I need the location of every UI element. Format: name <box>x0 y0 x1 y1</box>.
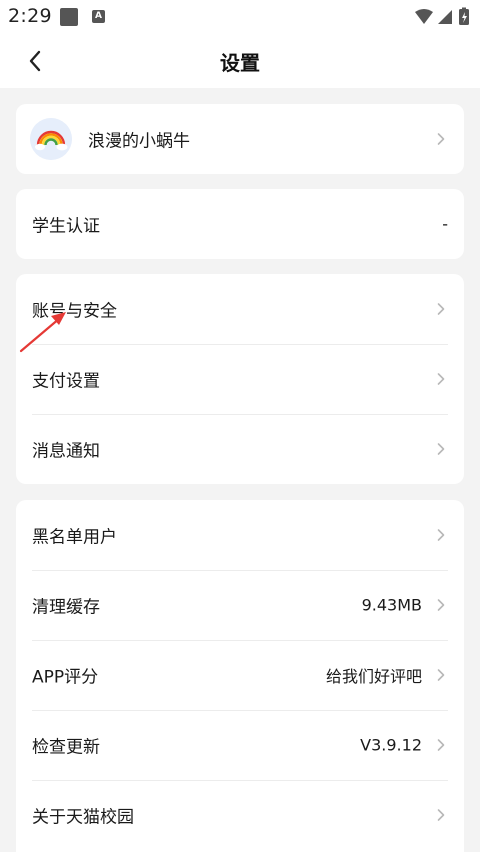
payment-settings-row[interactable]: 支付设置 <box>16 344 464 414</box>
rainbow-avatar-icon <box>30 118 72 160</box>
clear-cache-row[interactable]: 清理缓存 9.43MB <box>16 570 464 640</box>
signal-icon <box>438 10 452 24</box>
payment-settings-label: 支付设置 <box>32 371 100 392</box>
profile-row[interactable]: 浪漫的小蜗牛 <box>16 104 464 174</box>
version-value: V3.9.12 <box>360 735 422 755</box>
message-notification-row[interactable]: 消息通知 <box>16 414 464 484</box>
profile-card: 浪漫的小蜗牛 <box>16 104 464 174</box>
profile-name: 浪漫的小蜗牛 <box>88 131 190 152</box>
chevron-right-icon <box>437 529 445 541</box>
app-rating-label: APP评分 <box>32 667 99 688</box>
student-verification-value: - <box>442 214 448 234</box>
chevron-right-icon <box>437 133 445 145</box>
chevron-right-icon <box>437 809 445 821</box>
settings-screen: 2:29 A 设置 浪漫的小蜗牛 学生认证 - 账号与安全 支付设置 消息通知 … <box>0 0 480 852</box>
student-verification-row[interactable]: 学生认证 - <box>16 189 464 259</box>
status-bar: 2:29 A <box>0 0 480 34</box>
message-notification-label: 消息通知 <box>32 441 100 462</box>
chevron-right-icon <box>437 373 445 385</box>
avatar <box>30 118 72 160</box>
header: 设置 <box>0 34 480 88</box>
status-time: 2:29 <box>8 5 52 27</box>
cache-size-value: 9.43MB <box>361 595 422 615</box>
chevron-right-icon <box>437 669 445 681</box>
blacklist-label: 黑名单用户 <box>32 527 117 548</box>
app-rating-row[interactable]: APP评分 给我们好评吧 <box>16 640 464 710</box>
misc-settings-card: 黑名单用户 清理缓存 9.43MB APP评分 给我们好评吧 检查更新 V3.9… <box>16 500 464 852</box>
student-verification-label: 学生认证 <box>32 216 100 237</box>
chevron-right-icon <box>437 599 445 611</box>
app-notification-icon: A <box>92 10 105 23</box>
notification-icon <box>60 8 78 26</box>
chevron-right-icon <box>437 739 445 751</box>
chevron-right-icon <box>437 443 445 455</box>
chevron-right-icon <box>437 303 445 315</box>
status-icons <box>415 7 469 25</box>
check-update-label: 检查更新 <box>32 737 100 758</box>
about-row[interactable]: 关于天猫校园 <box>16 780 464 850</box>
account-security-row[interactable]: 账号与安全 <box>16 274 464 344</box>
student-card: 学生认证 - <box>16 189 464 259</box>
account-settings-card: 账号与安全 支付设置 消息通知 <box>16 274 464 484</box>
page-title: 设置 <box>220 51 260 75</box>
app-rating-value: 给我们好评吧 <box>325 667 422 686</box>
check-update-row[interactable]: 检查更新 V3.9.12 <box>16 710 464 780</box>
about-label: 关于天猫校园 <box>32 807 134 828</box>
wifi-icon <box>415 9 433 24</box>
account-security-label: 账号与安全 <box>32 301 117 322</box>
blacklist-row[interactable]: 黑名单用户 <box>16 500 464 570</box>
clear-cache-label: 清理缓存 <box>32 597 100 618</box>
